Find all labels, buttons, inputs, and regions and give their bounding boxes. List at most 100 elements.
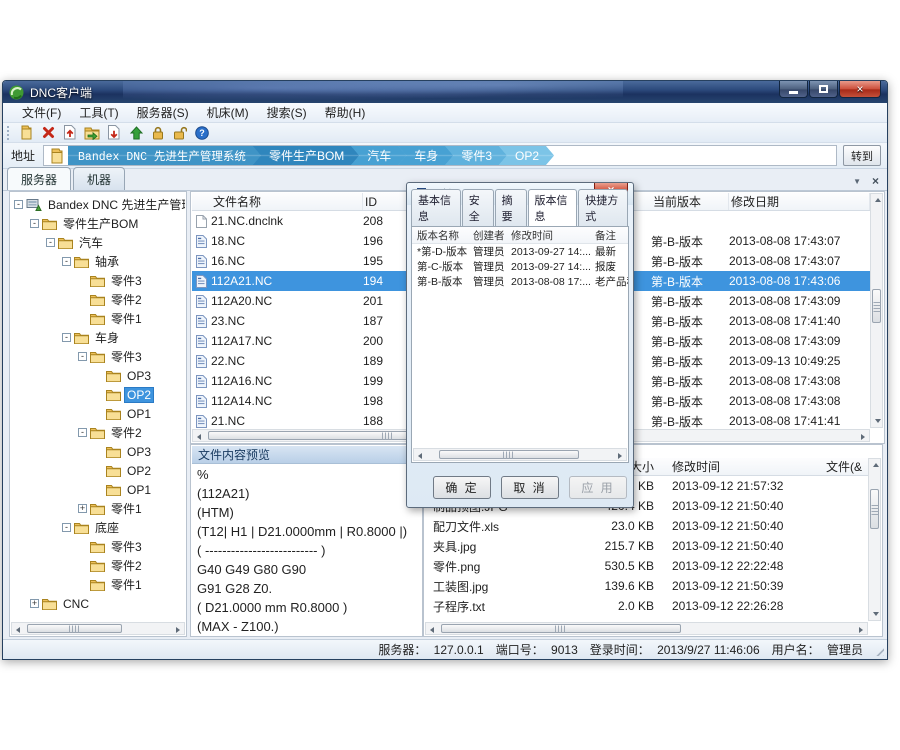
folder-icon xyxy=(74,256,89,268)
dock-menu-icon[interactable]: ▼ xyxy=(853,177,861,186)
column-file[interactable]: 文件(& xyxy=(826,458,868,475)
check-out-file-button[interactable] xyxy=(103,124,125,142)
dialog-tab-security[interactable]: 安全 xyxy=(462,189,494,226)
column-modified-date[interactable]: 修改日期 xyxy=(729,193,870,210)
new-folder-button[interactable] xyxy=(15,124,37,142)
collapse-icon[interactable]: - xyxy=(30,219,39,228)
ok-button[interactable]: 确 定 xyxy=(433,476,491,499)
column-file-name[interactable]: 文件名称 xyxy=(211,193,363,210)
column-modified-time[interactable]: 修改时间 xyxy=(672,458,826,475)
send-folder-button[interactable] xyxy=(81,124,103,142)
column-note[interactable]: 备注 xyxy=(595,228,628,243)
tree-item-零件2[interactable]: 零件2 xyxy=(11,290,185,309)
minimize-button[interactable] xyxy=(779,81,808,98)
collapse-icon[interactable]: - xyxy=(14,200,23,209)
tree-item-底座[interactable]: -底座 xyxy=(11,518,185,537)
tree-hscrollbar[interactable] xyxy=(11,622,185,635)
tree-item-零件3[interactable]: 零件3 xyxy=(11,537,185,556)
go-button[interactable]: 转到 xyxy=(843,145,881,166)
attachment-row[interactable]: 零件.png530.5 KB2013-09-12 22:22:48 xyxy=(425,556,868,576)
tree-item-零件2[interactable]: 零件2 xyxy=(11,556,185,575)
address-field[interactable]: Bandex DNC 先进生产管理系统零件生产BOM汽车车身零件3OP2 xyxy=(43,145,837,166)
tree-item-汽车[interactable]: -汽车 xyxy=(11,233,185,252)
close-button[interactable]: × xyxy=(839,81,881,98)
tree-item-OP3[interactable]: OP3 xyxy=(11,366,185,385)
collapse-icon[interactable]: - xyxy=(62,333,71,342)
dialog-tab-summary[interactable]: 摘要 xyxy=(495,189,527,226)
version-row[interactable]: *第-D-版本管理员2013-09-27 14:...最新 xyxy=(412,244,628,259)
tree-item-车身[interactable]: -车身 xyxy=(11,328,185,347)
dialog-tab-shortcut[interactable]: 快捷方式 xyxy=(578,189,628,226)
breadcrumb-item-0[interactable]: Bandex DNC 先进生产管理系统 xyxy=(68,145,261,166)
dialog-tab-basic[interactable]: 基本信息 xyxy=(411,189,461,226)
tree-item-零件1[interactable]: 零件1 xyxy=(11,575,185,594)
file-name: 21.NC xyxy=(211,414,363,428)
cancel-button[interactable]: 取 消 xyxy=(501,476,559,499)
attachment-row[interactable]: 工装图.jpg139.6 KB2013-09-12 21:50:39 xyxy=(425,576,868,596)
file-version: 第-B-版本 xyxy=(651,293,729,310)
folder-icon xyxy=(90,294,105,306)
tree-item-OP1[interactable]: OP1 xyxy=(11,404,185,423)
dialog-tab-version[interactable]: 版本信息 xyxy=(528,189,578,227)
column-version-time[interactable]: 修改时间 xyxy=(511,228,595,243)
tree-item-零件3[interactable]: -零件3 xyxy=(11,347,185,366)
collapse-icon[interactable]: - xyxy=(78,352,87,361)
tree-item-零件1[interactable]: +零件1 xyxy=(11,499,185,518)
tree-item-零件1[interactable]: 零件1 xyxy=(11,309,185,328)
tree-item-OP3[interactable]: OP3 xyxy=(11,442,185,461)
breadcrumb-item-4[interactable]: 零件3 xyxy=(444,145,507,166)
column-creator[interactable]: 创建者 xyxy=(473,228,511,243)
collapse-icon[interactable]: - xyxy=(62,257,71,266)
tree-item-OP2[interactable]: OP2 xyxy=(11,461,185,480)
help-button[interactable]: ? xyxy=(191,124,213,142)
menu-search[interactable]: 搜索(S) xyxy=(258,102,316,123)
collapse-icon[interactable]: - xyxy=(46,238,55,247)
folder-icon xyxy=(42,598,57,610)
menu-help[interactable]: 帮助(H) xyxy=(316,102,375,123)
upload-button[interactable] xyxy=(125,124,147,142)
tree-item-Bandex DNC 先进生产管理系统[interactable]: -Bandex DNC 先进生产管理系统 xyxy=(11,195,185,214)
tree-item-零件3[interactable]: 零件3 xyxy=(11,271,185,290)
tab-machine[interactable]: 机器 xyxy=(73,167,125,190)
dock-close-icon[interactable]: × xyxy=(872,174,879,188)
check-in-file-button[interactable] xyxy=(59,124,81,142)
maximize-button[interactable] xyxy=(809,81,838,98)
column-version-name[interactable]: 版本名称 xyxy=(417,228,473,243)
version-row[interactable]: 第-B-版本管理员2013-08-08 17:...老产品程序 xyxy=(412,274,628,289)
tree-item-轴承[interactable]: -轴承 xyxy=(11,252,185,271)
unlock-button[interactable] xyxy=(169,124,191,142)
expand-icon[interactable]: + xyxy=(78,504,87,513)
tree-item-零件生产BOM[interactable]: -零件生产BOM xyxy=(11,214,185,233)
expand-icon[interactable]: + xyxy=(30,599,39,608)
menu-tools[interactable]: 工具(T) xyxy=(70,102,127,123)
file-nc-icon xyxy=(196,395,207,408)
column-current-version[interactable]: 当前版本 xyxy=(651,193,729,210)
dialog-hscrollbar[interactable] xyxy=(413,448,627,461)
collapse-icon[interactable]: - xyxy=(62,523,71,532)
folder-icon xyxy=(42,218,57,230)
collapse-icon[interactable]: - xyxy=(78,428,87,437)
attachments-vscrollbar[interactable] xyxy=(868,458,881,621)
file-list-vscrollbar[interactable] xyxy=(870,193,883,428)
breadcrumb-item-1[interactable]: 零件生产BOM xyxy=(252,145,359,166)
delete-button[interactable] xyxy=(37,124,59,142)
attachments-hscrollbar[interactable] xyxy=(425,622,868,635)
folder-icon xyxy=(106,370,121,382)
toolbar-grip[interactable] xyxy=(7,126,11,140)
resize-grip-icon[interactable] xyxy=(873,645,884,656)
tab-server[interactable]: 服务器 xyxy=(7,167,71,190)
menu-file[interactable]: 文件(F) xyxy=(13,102,70,123)
attachment-row[interactable]: 夹具.jpg215.7 KB2013-09-12 21:50:40 xyxy=(425,536,868,556)
menu-server[interactable]: 服务器(S) xyxy=(128,102,198,123)
tree-item-OP1[interactable]: OP1 xyxy=(11,480,185,499)
attachment-row[interactable]: 子程序.txt2.0 KB2013-09-12 22:26:28 xyxy=(425,596,868,616)
tree-item-CNC[interactable]: +CNC xyxy=(11,594,185,613)
menu-machine[interactable]: 机床(M) xyxy=(198,102,258,123)
attachment-row[interactable]: 配刀文件.xls23.0 KB2013-09-12 21:50:40 xyxy=(425,516,868,536)
tree-item-OP2[interactable]: OP2 xyxy=(11,385,185,404)
version-row[interactable]: 第-C-版本管理员2013-09-27 14:...报废 xyxy=(412,259,628,274)
tree-item-零件2[interactable]: -零件2 xyxy=(11,423,185,442)
lock-button[interactable] xyxy=(147,124,169,142)
window-title: DNC客户端 xyxy=(30,84,92,101)
dialog-tabs: 基本信息安全摘要版本信息快捷方式 xyxy=(411,206,629,226)
